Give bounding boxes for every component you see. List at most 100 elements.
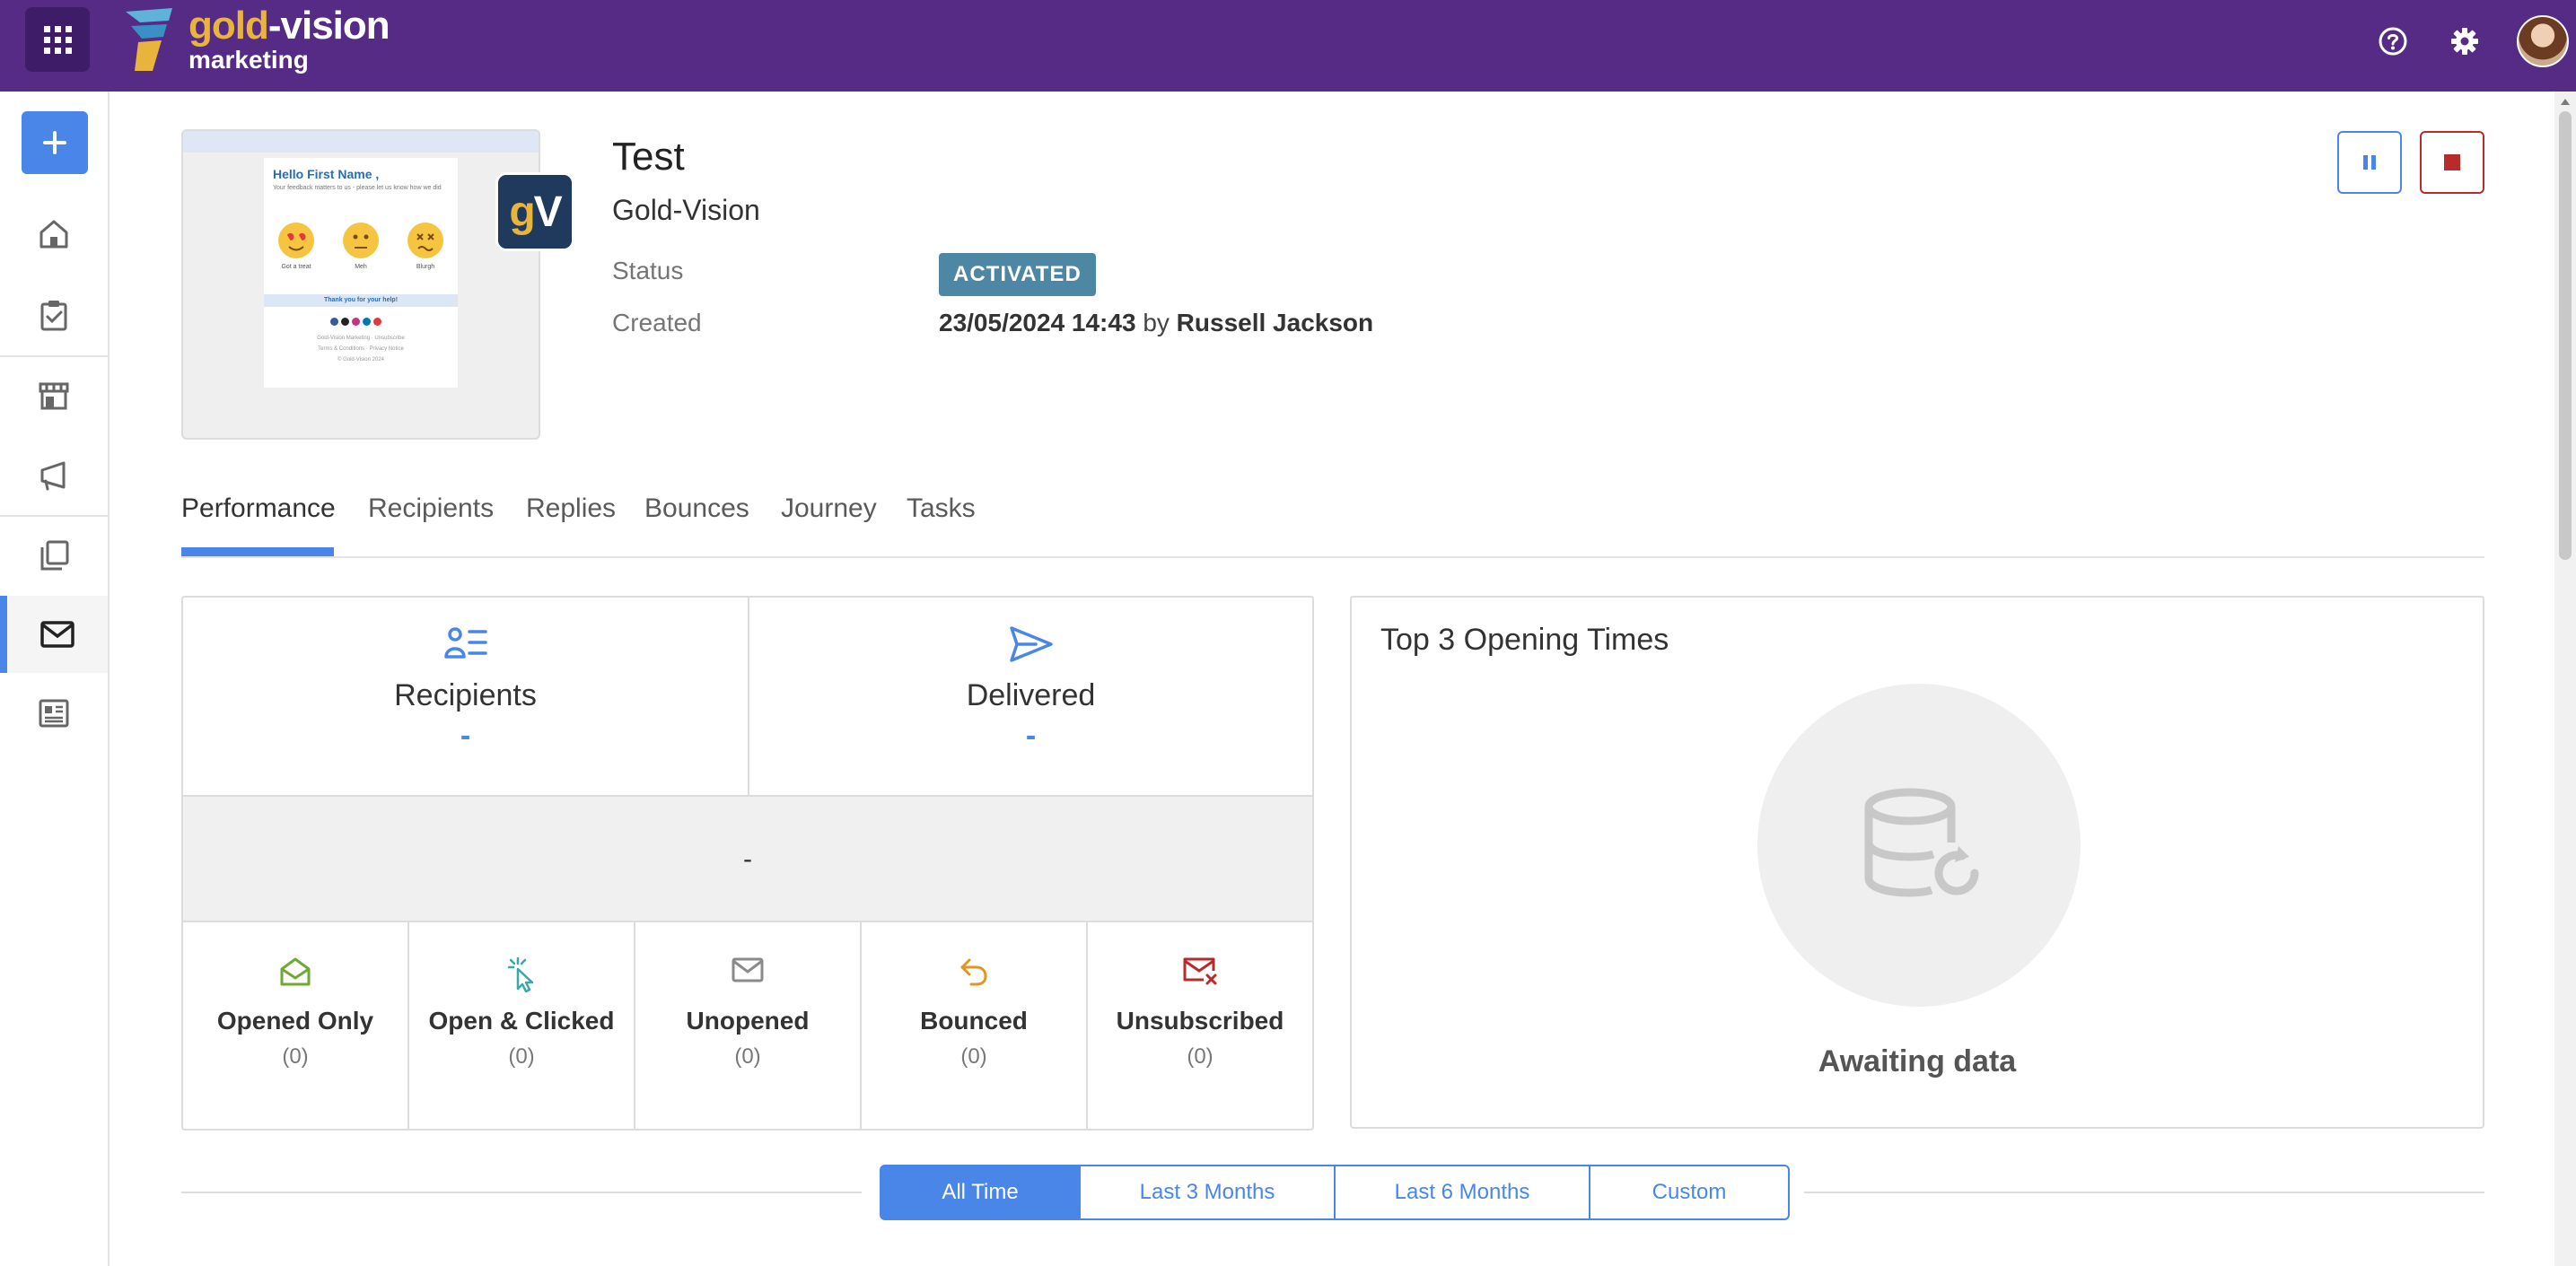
thumbnail-footer-line: Gold-Vision Marketing · Unsubscribe bbox=[317, 336, 405, 341]
add-button[interactable] bbox=[22, 111, 88, 174]
range-divider-right bbox=[1804, 1192, 2484, 1193]
settings-icon bbox=[2451, 28, 2478, 55]
tab-replies[interactable]: Replies bbox=[526, 493, 616, 524]
pause-icon bbox=[2363, 155, 2376, 170]
status-badge: ACTIVATED bbox=[939, 253, 1096, 296]
active-tab-indicator bbox=[181, 547, 334, 556]
range-last-6-months-button[interactable]: Last 6 Months bbox=[1334, 1165, 1590, 1220]
dizzy-emoji-icon bbox=[407, 223, 443, 258]
tab-journey[interactable]: Journey bbox=[781, 493, 877, 524]
thumbnail-footer-line: © Gold-Vision 2024 bbox=[337, 357, 384, 362]
logo-gold: gold bbox=[188, 4, 269, 48]
bounced-count: (0) bbox=[960, 1044, 987, 1069]
empty-state-message: Awaiting data bbox=[1818, 1044, 2017, 1078]
pause-button[interactable] bbox=[2337, 131, 2402, 194]
badge-letter-g: g bbox=[509, 188, 535, 236]
megaphone-icon bbox=[40, 461, 66, 491]
copy-icon bbox=[40, 540, 69, 571]
unsubscribed-label: Unsubscribed bbox=[1116, 1007, 1284, 1035]
love-emoji-icon bbox=[278, 223, 314, 258]
emoji-label: Meh bbox=[355, 264, 367, 270]
thumbnail-banner bbox=[183, 131, 539, 153]
sidebar-item-email[interactable] bbox=[0, 596, 108, 673]
emoji-label: Got a treat bbox=[281, 264, 311, 270]
range-all-time-button[interactable]: All Time bbox=[880, 1165, 1081, 1220]
status-label: Status bbox=[612, 257, 684, 284]
unsubscribed-count: (0) bbox=[1187, 1044, 1214, 1069]
open-clicked-stat[interactable]: Open & Clicked (0) bbox=[407, 922, 634, 1129]
range-divider-left bbox=[181, 1192, 862, 1193]
created-label: Created bbox=[612, 309, 702, 336]
page-title: Test bbox=[612, 135, 685, 179]
sidebar-item-tasks[interactable] bbox=[0, 276, 108, 354]
neutral-emoji-icon bbox=[343, 223, 379, 258]
logo-marketing: marketing bbox=[188, 46, 309, 74]
thumbnail-subtext: Your feedback matters to us - please let… bbox=[273, 185, 442, 191]
recipients-list-icon bbox=[443, 627, 487, 659]
unsubscribed-stat[interactable]: Unsubscribed (0) bbox=[1086, 922, 1312, 1129]
open-clicked-count: (0) bbox=[508, 1044, 535, 1069]
bounced-stat[interactable]: Bounced (0) bbox=[860, 922, 1086, 1129]
top-icons bbox=[2373, 0, 2576, 83]
sidebar-item-newsletters[interactable] bbox=[0, 675, 108, 752]
envelope-x-icon bbox=[1183, 957, 1217, 985]
cursor-click-icon bbox=[507, 956, 534, 992]
opened-only-stat[interactable]: Opened Only (0) bbox=[183, 922, 407, 1129]
user-avatar[interactable] bbox=[2517, 15, 2569, 67]
delivered-stat-value: - bbox=[1025, 719, 1037, 753]
recipients-stat: Recipients - bbox=[183, 598, 748, 795]
top-bar: gold-vision marketing bbox=[0, 0, 2576, 92]
page-subtitle: Gold-Vision bbox=[612, 194, 760, 226]
help-button[interactable] bbox=[2373, 22, 2413, 61]
sidebar-item-home[interactable] bbox=[0, 196, 108, 273]
unopened-count: (0) bbox=[734, 1044, 761, 1069]
logo-vision: -vision bbox=[267, 4, 390, 48]
opened-only-count: (0) bbox=[282, 1044, 309, 1069]
envelope-icon bbox=[732, 957, 764, 982]
tab-performance[interactable]: Performance bbox=[181, 493, 336, 524]
sidebar-item-documents[interactable] bbox=[0, 517, 108, 594]
sidebar-item-store[interactable] bbox=[0, 357, 108, 434]
email-preview-thumbnail[interactable]: Hello First Name , Your feedback matters… bbox=[181, 129, 540, 440]
page-scrollbar[interactable] bbox=[2554, 92, 2576, 1266]
performance-summary: Recipients - Delivered - bbox=[183, 598, 1312, 795]
recipients-stat-value: - bbox=[460, 719, 471, 753]
top-opening-times-title: Top 3 Opening Times bbox=[1380, 623, 1669, 657]
stop-button[interactable] bbox=[2420, 131, 2484, 194]
tab-tasks[interactable]: Tasks bbox=[907, 493, 976, 524]
apps-grid-icon bbox=[43, 25, 72, 54]
empty-state-circle bbox=[1757, 684, 2081, 1007]
range-last-3-months-button[interactable]: Last 3 Months bbox=[1079, 1165, 1336, 1220]
clipboard-check-icon bbox=[40, 301, 67, 331]
open-envelope-icon bbox=[280, 957, 311, 986]
thumbnail-email-body: Hello First Name , Your feedback matters… bbox=[264, 158, 458, 388]
tab-bounces[interactable]: Bounces bbox=[644, 493, 749, 524]
settings-button[interactable] bbox=[2445, 22, 2484, 61]
tab-recipients[interactable]: Recipients bbox=[368, 493, 494, 524]
app-logo[interactable]: gold-vision marketing bbox=[122, 4, 390, 75]
left-sidebar bbox=[0, 92, 110, 1266]
home-icon bbox=[39, 220, 68, 249]
send-icon bbox=[1009, 626, 1053, 662]
created-date: 23/05/2024 14:43 bbox=[939, 309, 1136, 336]
range-custom-button[interactable]: Custom bbox=[1589, 1165, 1790, 1220]
recipients-stat-label: Recipients bbox=[394, 678, 537, 712]
unopened-stat[interactable]: Unopened (0) bbox=[634, 922, 860, 1129]
stop-icon bbox=[2444, 154, 2460, 170]
unopened-label: Unopened bbox=[686, 1007, 810, 1035]
engagement-breakdown: Opened Only (0) Open & Clicked (0) Unope… bbox=[183, 922, 1312, 1129]
newspaper-icon bbox=[39, 699, 69, 728]
emoji-label: Blurgh bbox=[416, 264, 435, 270]
plus-icon bbox=[43, 131, 66, 154]
date-range-selector: All Time Last 3 Months Last 6 Months Cus… bbox=[880, 1165, 1790, 1220]
scroll-thumb[interactable] bbox=[2559, 111, 2572, 560]
gold-vision-logo-icon bbox=[126, 8, 172, 71]
envelope-icon bbox=[40, 621, 74, 648]
logo-text: gold-vision marketing bbox=[188, 6, 390, 73]
created-info: 23/05/2024 14:43 by Russell Jackson bbox=[939, 309, 1373, 337]
sidebar-item-campaigns[interactable] bbox=[0, 436, 108, 513]
apps-grid-button[interactable] bbox=[25, 7, 90, 72]
created-by-name: Russell Jackson bbox=[1176, 309, 1374, 336]
scroll-up-icon[interactable] bbox=[2561, 99, 2570, 105]
thumbnail-heading: Hello First Name , bbox=[273, 167, 380, 181]
